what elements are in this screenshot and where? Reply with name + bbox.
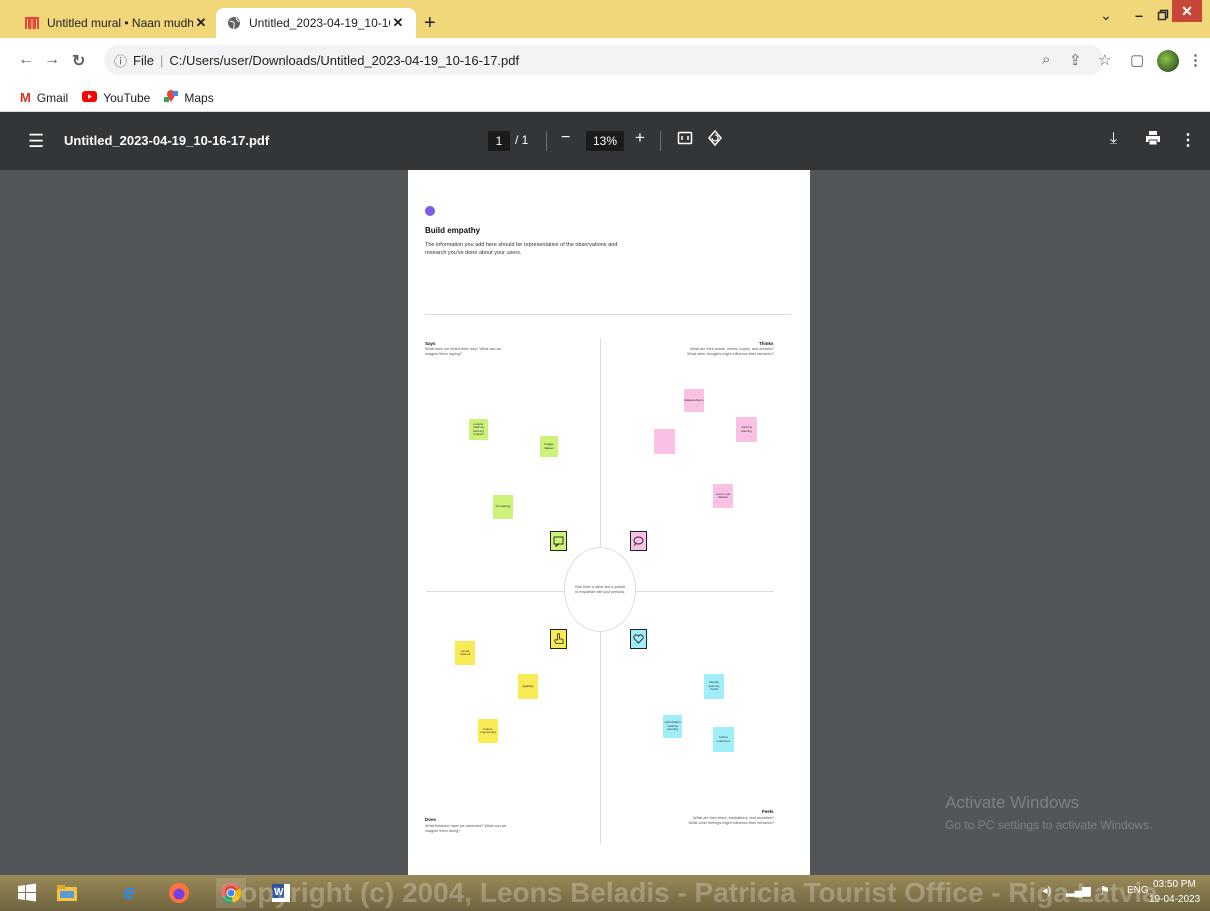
does-desc: What behavior have we observed? What can…	[425, 824, 507, 833]
feels-title: Feels	[762, 809, 774, 814]
language-indicator[interactable]: ENG	[1127, 885, 1149, 896]
divider	[660, 131, 661, 151]
tab-strip: Untitled mural • Naan mudhalvan ✕ Untitl…	[0, 0, 1210, 38]
info-icon[interactable]: ⓘ	[114, 51, 127, 70]
persona-oval: Give them a name and a portrait to empat…	[564, 547, 636, 632]
sticky-note	[654, 429, 675, 454]
pdf-page: Build empathy The information you add he…	[408, 170, 810, 875]
does-title: Does	[425, 817, 437, 822]
tab-title: Untitled mural • Naan mudhalvan	[47, 16, 193, 30]
address-url: C:/Users/user/Downloads/Untitled_2023-04…	[169, 52, 520, 68]
close-icon[interactable]: ✕	[193, 15, 209, 31]
sticky-note: machine learning	[736, 417, 757, 442]
bookmark-maps[interactable]: Maps	[164, 89, 214, 106]
pdf-filename: Untitled_2023-04-19_10-16-17.pdf	[64, 133, 270, 148]
clock-date[interactable]: 19-04-2023	[1149, 894, 1200, 905]
tab-search-chevron-icon[interactable]: ⌄	[1094, 0, 1118, 30]
page-title: Build empathy	[425, 226, 481, 235]
flag-icon[interactable]: ⚑	[1100, 884, 1110, 897]
sticky-note: Kaggle dataset	[540, 436, 558, 457]
divider	[425, 314, 791, 315]
hand-pointer-icon	[550, 629, 567, 649]
mural-icon	[24, 15, 40, 31]
tab-title: Untitled_2023-04-19_10-16-17.pd	[249, 16, 390, 30]
signal-icon[interactable]: ▂▄▆	[1066, 884, 1091, 897]
gmail-icon: M	[20, 90, 31, 105]
sticky-note: eligibility	[518, 674, 538, 699]
volume-icon[interactable]: ◂)	[1042, 884, 1051, 897]
maps-icon	[164, 89, 179, 106]
activate-windows-subtitle: Go to PC settings to activate Windows.	[945, 818, 1153, 832]
sticky-note: forecasting	[493, 495, 513, 519]
feels-desc: What are their fears, frustrations, and …	[688, 816, 774, 825]
globe-icon	[226, 15, 242, 31]
new-tab-button[interactable]: +	[424, 13, 436, 33]
sticky-note: datasets/items	[684, 389, 704, 412]
more-options-icon[interactable]: ⋮	[1180, 130, 1196, 150]
close-window-button[interactable]: ✕	[1172, 0, 1202, 22]
page-total: / 1	[515, 133, 529, 147]
page-description: The information you add here should be r…	[425, 242, 618, 256]
sticky-note: end to end dataset	[713, 484, 733, 508]
thinks-title: Thinks	[759, 341, 774, 346]
sticky-note: feature engineering	[478, 719, 498, 743]
sticky-note: optimization machine learning	[663, 715, 682, 738]
bookmark-label: Maps	[184, 90, 214, 105]
close-icon[interactable]: ✕	[390, 15, 406, 31]
zoom-level-input[interactable]: 13%	[586, 131, 624, 151]
bookmark-label: YouTube	[103, 90, 151, 105]
fit-to-page-icon[interactable]	[677, 130, 693, 151]
pdf-toolbar: ☰ Untitled_2023-04-19_10-16-17.pdf 1 / 1…	[0, 112, 1210, 170]
sticky-note: transfer learning model	[704, 674, 724, 699]
browser-toolbar: ← → ↻ ⓘ File | C:/Users/user/Downloads/U…	[0, 38, 1210, 84]
youtube-icon	[82, 90, 98, 105]
address-scheme: File	[133, 52, 154, 68]
zoom-out-button[interactable]: −	[561, 129, 570, 147]
clock-time[interactable]: 03:50 PM	[1153, 879, 1196, 890]
sticky-note: popular machine learning projects	[469, 419, 488, 440]
download-icon[interactable]: ⤓	[1110, 130, 1117, 148]
says-desc: What have we heard them say? What can we…	[425, 347, 502, 356]
windows-start-icon[interactable]	[12, 878, 42, 908]
wallpaper-copyright-text: Copyright (c) 2004, Leons Beladis - Patr…	[220, 877, 1158, 908]
forward-arrow-icon[interactable]: →	[44, 51, 60, 69]
divider	[546, 131, 547, 151]
side-panel-icon[interactable]: ▢	[1130, 51, 1144, 69]
sticky-note: neural network	[455, 641, 475, 665]
tab-mural[interactable]: Untitled mural • Naan mudhalvan ✕	[14, 8, 219, 38]
back-arrow-icon[interactable]: ←	[18, 51, 34, 69]
internet-explorer-icon[interactable]: e	[114, 878, 144, 908]
bookmarks-bar: M Gmail YouTube Maps	[0, 84, 1210, 112]
bookmark-label: Gmail	[36, 90, 69, 105]
firefox-icon[interactable]	[164, 878, 194, 908]
profile-avatar[interactable]	[1157, 50, 1179, 72]
share-icon[interactable]: ⇪	[1069, 51, 1082, 69]
activate-windows-title: Activate Windows	[945, 793, 1080, 812]
file-explorer-icon[interactable]	[52, 878, 82, 908]
print-icon[interactable]	[1145, 130, 1161, 151]
thought-bubble-icon	[630, 531, 647, 551]
zoom-in-button[interactable]: +	[635, 128, 645, 148]
bookmark-youtube[interactable]: YouTube	[82, 90, 150, 105]
page-number-input[interactable]: 1	[488, 131, 510, 151]
sticky-note: build a customers	[713, 727, 734, 752]
address-separator: |	[159, 52, 164, 68]
tab-pdf[interactable]: Untitled_2023-04-19_10-16-17.pd ✕	[216, 8, 416, 38]
more-menu-icon[interactable]: ⋮	[1188, 51, 1203, 69]
bookmark-gmail[interactable]: M Gmail	[20, 90, 68, 105]
speech-bubble-icon	[550, 531, 567, 551]
bookmark-star-icon[interactable]: ☆	[1098, 51, 1111, 69]
heart-icon	[630, 629, 647, 649]
reload-icon[interactable]: ↻	[72, 51, 85, 71]
says-title: Says	[425, 341, 436, 346]
purple-dot-icon	[425, 206, 435, 216]
address-bar[interactable]: ⓘ File | C:/Users/user/Downloads/Untitle…	[104, 45, 1104, 75]
rotate-icon[interactable]	[707, 129, 723, 151]
hamburger-menu-icon[interactable]: ☰	[28, 131, 44, 152]
zoom-icon[interactable]: ⌕	[1042, 51, 1050, 68]
thinks-desc: What are their wants, needs, hopes, and …	[687, 347, 774, 356]
